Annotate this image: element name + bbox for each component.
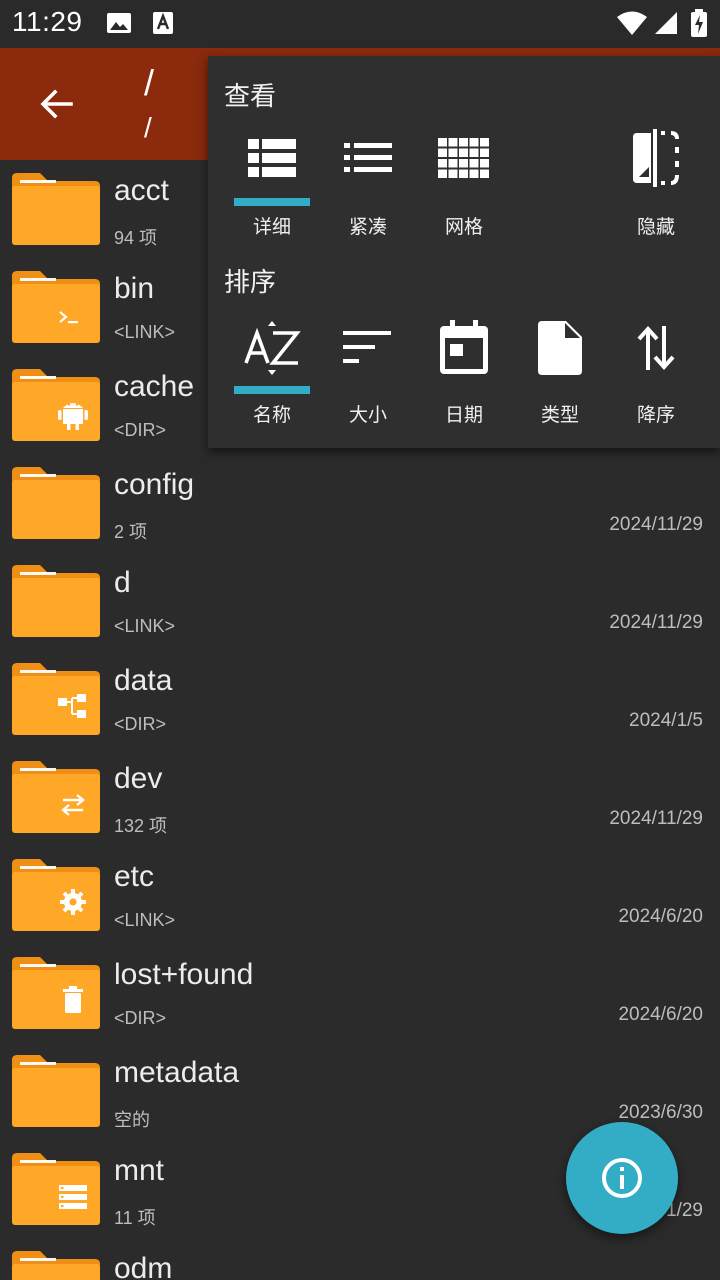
folder-icon (12, 1054, 100, 1128)
view-option-detail[interactable]: 详细 (224, 126, 320, 256)
sort-option-label: 日期 (444, 404, 483, 426)
folder-icon (12, 564, 100, 638)
back-button[interactable] (28, 80, 84, 128)
folder-tree-icon (12, 662, 100, 736)
sort-by-date-icon (416, 318, 512, 378)
info-fab-button[interactable] (566, 1122, 678, 1234)
file-date: 2024/11/29 (609, 808, 703, 829)
sort-option-type[interactable]: 类型 (512, 316, 608, 446)
status-bar: 11:29 (0, 0, 720, 48)
sort-option-order[interactable]: 降序 (608, 316, 704, 446)
file-list-item[interactable]: config 2 项 2024/11/29 (0, 454, 720, 552)
wifi-icon (616, 10, 648, 40)
file-meta: 94 项 (114, 228, 158, 248)
file-date: 2024/6/20 (618, 906, 703, 927)
sort-by-type-icon (512, 318, 608, 378)
battery-charging-icon (690, 9, 708, 41)
file-name: metadata (114, 1056, 240, 1089)
arrow-back-icon (40, 89, 73, 119)
selected-indicator (234, 386, 310, 394)
file-meta: <LINK> (114, 910, 176, 930)
page-title: / (144, 62, 155, 103)
sort-by-size-icon (320, 318, 416, 378)
file-name: d (114, 566, 131, 599)
sort-option-label: 类型 (540, 404, 579, 426)
folder-trash-icon (12, 956, 100, 1030)
sort-section-title: 排序 (224, 268, 277, 298)
folder-gear-icon (12, 858, 100, 932)
info-icon (602, 1158, 642, 1198)
sort-option-size[interactable]: 大小 (320, 316, 416, 446)
file-date: 2024/11/29 (609, 514, 703, 535)
view-option-label: 网格 (444, 216, 483, 238)
file-name: mnt (114, 1154, 165, 1187)
sort-by-name-icon (224, 318, 320, 378)
file-name: etc (114, 860, 155, 893)
file-meta: 11 项 (114, 1208, 156, 1228)
folder-swap-icon (12, 760, 100, 834)
file-meta: 132 项 (114, 816, 168, 836)
hidden-files-icon (608, 128, 704, 188)
view-grid-icon (416, 128, 512, 188)
sort-option-label: 大小 (348, 404, 387, 426)
file-name: bin (114, 272, 155, 305)
file-name: data (114, 664, 173, 697)
file-meta: <LINK> (114, 322, 176, 342)
file-list-item[interactable]: etc <LINK> 2024/6/20 (0, 846, 720, 944)
view-compact-icon (320, 128, 416, 188)
file-meta: 空的 (114, 1110, 150, 1130)
gallery-notification-icon (106, 10, 132, 40)
file-list-item[interactable]: data <DIR> 2024/1/5 (0, 650, 720, 748)
view-detail-icon (224, 128, 320, 188)
file-name: dev (114, 762, 163, 795)
cell-signal-icon (654, 11, 678, 39)
file-name: acct (114, 174, 170, 207)
file-name: lost+found (114, 958, 254, 991)
folder-android-icon (12, 368, 100, 442)
sort-option-date[interactable]: 日期 (416, 316, 512, 446)
file-date: 2024/1/5 (629, 710, 703, 731)
file-date: 2024/11/29 (609, 612, 703, 633)
view-option-hidden[interactable]: 隐藏 (608, 126, 704, 256)
view-option-label: 隐藏 (636, 216, 675, 238)
current-path: / (144, 112, 152, 143)
view-option-label: 紧凑 (348, 216, 387, 238)
view-option-label: 详细 (252, 216, 291, 238)
file-name: odm (114, 1252, 173, 1280)
file-date: 2024/6/20 (618, 1004, 703, 1025)
folder-icon (12, 1250, 100, 1280)
file-name: config (114, 468, 195, 501)
file-list-item[interactable]: d <LINK> 2024/11/29 (0, 552, 720, 650)
folder-icon (12, 466, 100, 540)
sort-option-label: 降序 (636, 404, 675, 426)
file-meta: <LINK> (114, 616, 176, 636)
file-meta: <DIR> (114, 420, 167, 440)
selected-indicator (234, 198, 310, 206)
sort-option-label: 名称 (252, 404, 291, 426)
folder-terminal-icon (12, 270, 100, 344)
file-meta: <DIR> (114, 1008, 167, 1028)
font-notification-icon (152, 10, 174, 40)
sort-option-name[interactable]: 名称 (224, 316, 320, 446)
view-option-grid[interactable]: 网格 (416, 126, 512, 256)
file-date: 2023/6/30 (618, 1102, 703, 1123)
view-section-title: 查看 (224, 82, 277, 112)
file-meta: <DIR> (114, 714, 167, 734)
folder-icon (12, 172, 100, 246)
folder-storage-icon (12, 1152, 100, 1226)
file-name: cache (114, 370, 195, 403)
file-list-item[interactable]: lost+found <DIR> 2024/6/20 (0, 944, 720, 1042)
view-option-compact[interactable]: 紧凑 (320, 126, 416, 256)
status-time: 11:29 (12, 6, 83, 37)
file-list-item[interactable]: dev 132 项 2024/11/29 (0, 748, 720, 846)
screen: 11:29 / / acct 94 项 bin <LINK> cache <DIR> con… (0, 0, 720, 1280)
file-list-item[interactable]: odm (0, 1238, 720, 1280)
sort-order-icon (608, 318, 704, 378)
view-options-popup: 查看 详细 紧凑 网格 隐藏 排序 名称 大小 日期 类型 降序 (208, 56, 720, 448)
file-meta: 2 项 (114, 522, 148, 542)
